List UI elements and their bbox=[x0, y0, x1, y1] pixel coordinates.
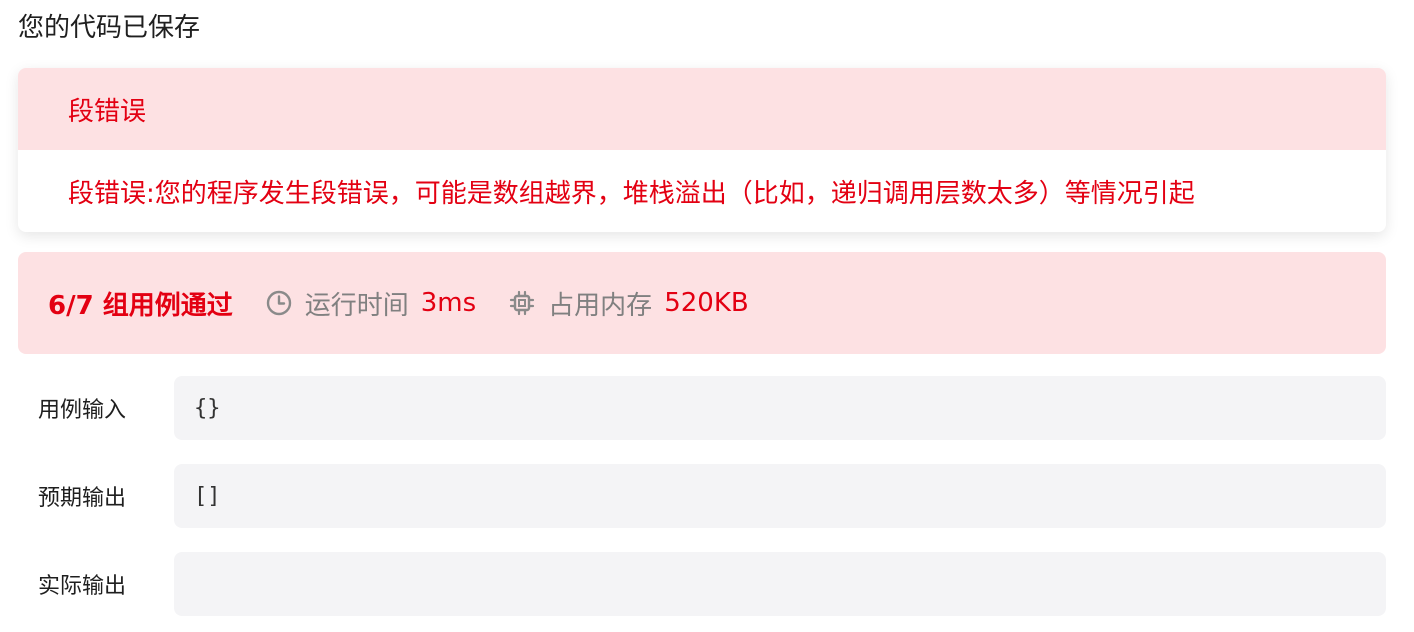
memory-label: 占用内存 bbox=[548, 290, 653, 321]
runtime-value: 3ms bbox=[420, 288, 477, 318]
case-input-label: 用例输入 bbox=[38, 398, 127, 423]
error-detail: 段错误:您的程序发生段错误，可能是数组越界，堆栈溢出（比如，递归调用层数太多）等… bbox=[68, 178, 1195, 209]
error-card: 段错误 段错误:您的程序发生段错误，可能是数组越界，堆栈溢出（比如，递归调用层数… bbox=[18, 68, 1386, 232]
saved-message: 您的代码已保存 bbox=[18, 13, 201, 43]
clock-icon bbox=[265, 289, 293, 317]
memory-value: 520KB bbox=[664, 288, 749, 318]
actual-output-label: 实际输出 bbox=[38, 574, 127, 599]
case-input-row: 用例输入 {} bbox=[18, 376, 1386, 440]
error-card-header: 段错误 bbox=[18, 68, 1386, 150]
result-page: 您的代码已保存 段错误 段错误:您的程序发生段错误，可能是数组越界，堆栈溢出（比… bbox=[0, 0, 1414, 632]
chip-icon bbox=[508, 289, 536, 317]
pass-count: 6/7 组用例通过 bbox=[48, 290, 233, 321]
runtime-metric: 运行时间 3ms bbox=[265, 285, 476, 322]
case-input-box[interactable]: {} bbox=[174, 376, 1386, 440]
memory-metric: 占用内存 520KB bbox=[508, 285, 749, 322]
result-summary-bar: 6/7 组用例通过 运行时间 3ms 占用内存 520KB bbox=[18, 252, 1386, 354]
error-card-body: 段错误:您的程序发生段错误，可能是数组越界，堆栈溢出（比如，递归调用层数太多）等… bbox=[18, 150, 1386, 232]
expected-output-box[interactable]: [] bbox=[174, 464, 1386, 528]
expected-output-label: 预期输出 bbox=[38, 486, 127, 511]
actual-output-row: 实际输出 bbox=[18, 552, 1386, 616]
expected-output-row: 预期输出 [] bbox=[18, 464, 1386, 528]
error-title: 段错误 bbox=[68, 96, 147, 127]
runtime-label: 运行时间 bbox=[304, 290, 409, 321]
actual-output-box[interactable] bbox=[174, 552, 1386, 616]
